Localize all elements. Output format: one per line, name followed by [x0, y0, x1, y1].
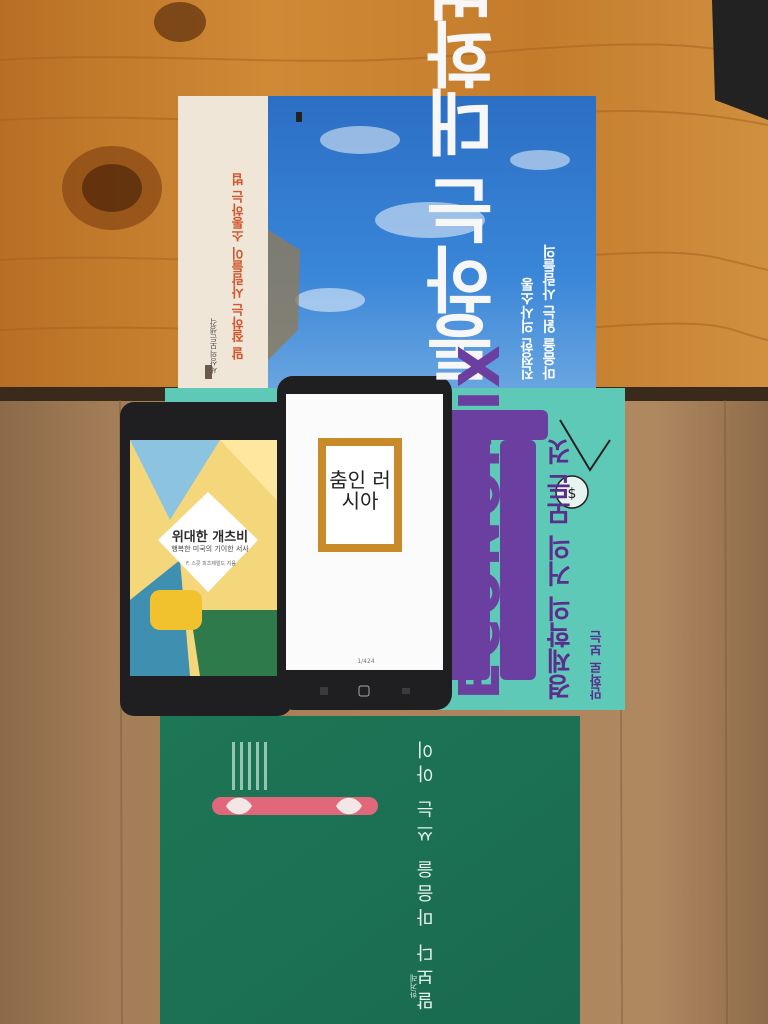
car-icon — [150, 590, 202, 630]
book1-spine-publisher: 세상의모든생각 — [209, 318, 218, 374]
phone-right-page: 1/424 — [357, 658, 375, 665]
phone-left — [120, 402, 292, 716]
book3-cover — [160, 716, 580, 1024]
person-silhouette-icon — [296, 112, 302, 122]
phone-left-subtitle: 행복한 미국의 기이한 서사 — [171, 545, 249, 553]
phone-left-title: 위대한 개츠비 — [171, 530, 249, 545]
dark-object — [712, 0, 768, 120]
book1-spine-title: 말 잘하는 사람들이 소통하는 법 — [232, 172, 247, 360]
book2-big-word: ECONOMIX — [448, 342, 513, 700]
phone-right-title: 춤인 러시아 — [329, 468, 391, 513]
book1-subtitle-1: 마음을 읽는 사람들의 — [542, 244, 558, 380]
book-green — [160, 716, 580, 1024]
photo-scene: $ 말 잘하는 사람들이 소통하는 법 세상의모든생각 통하는 대화법 마음을 … — [0, 0, 768, 1024]
wood-knot-small — [154, 2, 206, 42]
book2-title: 경제학의 거의 모든 것 — [546, 438, 576, 700]
phone-left-author: F. 스콧 피츠제럴드 지음 — [186, 561, 236, 567]
book3-publisher: 한겨레 — [409, 974, 418, 998]
book1-subtitle-2: 진정한 의사소통 — [520, 277, 536, 380]
book1-title: 통하는 대화법 — [424, 0, 508, 384]
book2-series: 만화로 보는 — [590, 630, 605, 700]
scene-svg: $ — [0, 0, 768, 1024]
